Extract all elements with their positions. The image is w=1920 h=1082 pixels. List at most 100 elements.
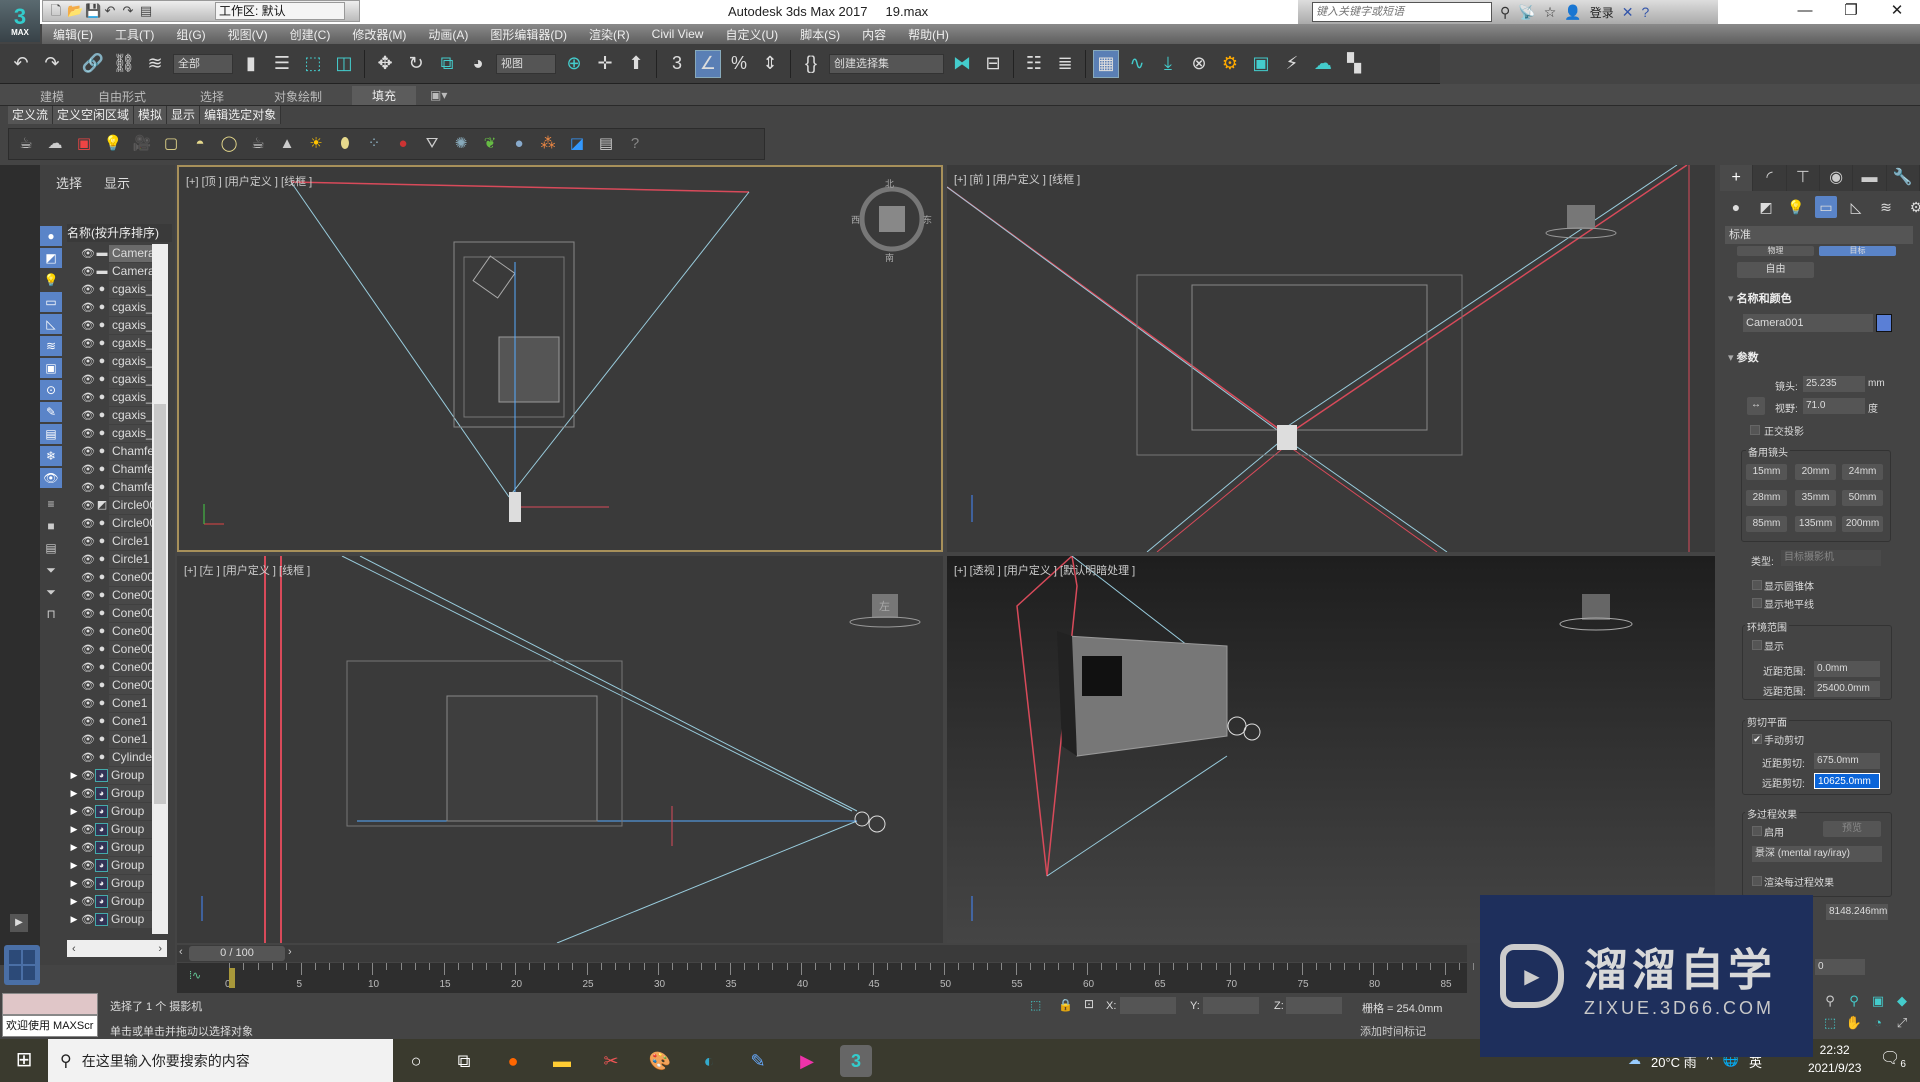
scene-list-item[interactable]: 👁●Cone004 (67, 622, 152, 640)
maxscript-input[interactable]: 欢迎使用 MAXScr (2, 1015, 98, 1037)
a360-gallery-icon[interactable]: ▚ (1341, 50, 1367, 78)
env-show-checkbox[interactable] (1752, 640, 1762, 650)
schematic-view-icon[interactable]: ⤓ (1155, 50, 1181, 78)
keyword-search-input[interactable] (1312, 2, 1492, 22)
scene-list-item[interactable]: 👁●cgaxis_08 (67, 406, 152, 424)
pan-icon[interactable]: ✋ (1844, 1015, 1864, 1033)
zoom-all-icon[interactable]: ⚲ (1844, 993, 1864, 1011)
geometry-category-icon[interactable]: ● (1725, 196, 1747, 218)
compound-object-icon[interactable]: ▣ (73, 133, 95, 155)
scene-list-item[interactable]: 👁●ChamferBox03 (67, 478, 152, 496)
sphere-light-icon[interactable]: ◯ (218, 133, 240, 155)
visibility-eye-icon[interactable]: 👁 (81, 319, 95, 332)
preview-button[interactable]: 预览 (1823, 821, 1881, 837)
taskbar-clock[interactable]: 22:32 2021/9/23 (1808, 1041, 1861, 1077)
close-button[interactable]: ✕ (1874, 0, 1920, 24)
physical-camera-button[interactable]: 物理 (1737, 246, 1814, 256)
helpers-category-icon[interactable]: ◺ (1845, 196, 1867, 218)
scale-icon[interactable]: ⧉ (434, 50, 460, 78)
scene-list-item[interactable]: ▶ 👁 ◕ Group (67, 802, 152, 820)
scene-list-item[interactable]: 👁●Cone005 (67, 640, 152, 658)
visibility-eye-icon[interactable]: 👁 (81, 301, 95, 314)
select-manipulate-icon[interactable]: ✛ (592, 50, 618, 78)
task-view-icon[interactable]: ⧉ (448, 1045, 480, 1077)
scene-list-item[interactable]: 👁●Cone002 (67, 586, 152, 604)
filter-hidden-icon[interactable]: 👁 (40, 468, 62, 488)
scene-tab-display[interactable]: 显示 (104, 173, 130, 192)
tab-selection[interactable]: 选择 (200, 88, 224, 105)
filter-spacewarps-icon[interactable]: ≋ (40, 336, 62, 356)
visibility-eye-icon[interactable]: 👁 (81, 409, 95, 422)
visibility-eye-icon[interactable]: 👁 (81, 553, 95, 566)
stock-lens-button[interactable]: 24mm (1842, 464, 1883, 480)
time-next-button[interactable]: › (288, 946, 292, 958)
viewport-label[interactable]: [+] [前 ] [用户定义 ] [线框 ] (954, 171, 1080, 187)
scene-horizontal-scrollbar[interactable]: ‹ › (67, 940, 167, 957)
visibility-eye-icon[interactable]: 👁 (81, 643, 95, 656)
login-link[interactable]: 登录 (1590, 4, 1614, 21)
scene-list-item[interactable]: 👁●cgaxis_09 (67, 424, 152, 442)
scene-list-item[interactable]: 👁▬Camera001.Target (67, 262, 152, 280)
render-each-checkbox[interactable] (1752, 876, 1762, 886)
free-camera-button[interactable]: 自由 (1737, 262, 1814, 278)
menu-item[interactable]: 自定义(U) (714, 26, 789, 43)
scene-list-item[interactable]: 👁●Cylinder001 (67, 748, 152, 766)
scrollbar-thumb[interactable] (154, 404, 166, 804)
time-slider[interactable]: ‹ 0 / 100 › (177, 945, 1467, 962)
display-none-icon[interactable]: ■ (40, 516, 62, 536)
scene-list-item[interactable]: 👁●ChamferBox01 (67, 442, 152, 460)
filter-groups-icon[interactable]: ▣ (40, 358, 62, 378)
notification-center[interactable]: 🗨6 (1880, 1048, 1906, 1070)
scene-list-item[interactable]: 👁 ● Cone1 (67, 694, 152, 712)
modify-tab-icon[interactable]: ◜ (1753, 165, 1787, 191)
visibility-eye-icon[interactable]: 👁 (81, 679, 95, 692)
paint-icon[interactable]: 🎨 (644, 1045, 676, 1077)
viewport-perspective[interactable]: [+] [透视 ] [用户定义 ] [默认明暗处理 ] (947, 556, 1715, 943)
filter-geometry-icon[interactable]: ● (40, 226, 62, 246)
visibility-eye-icon[interactable]: 👁 (81, 535, 95, 548)
target-camera-button[interactable]: 目标 (1819, 246, 1896, 256)
expand-arrow-icon[interactable]: ▶ (67, 770, 81, 781)
angle-snap-icon[interactable]: ∠ (695, 49, 721, 78)
cone-icon[interactable]: ▲ (276, 133, 298, 155)
isolate-selection-icon[interactable]: ⬚ (1030, 998, 1041, 1012)
add-time-tag[interactable]: 添加时间标记 (1360, 1023, 1426, 1039)
ribbon-options-icon[interactable]: ▣▾ (430, 88, 447, 102)
utilities-tab-icon[interactable]: 🔧 (1886, 165, 1920, 191)
visibility-eye-icon[interactable]: 👁 (81, 751, 95, 764)
edge-icon[interactable]: ◐ (693, 1045, 725, 1077)
save-icon[interactable]: 💾 (85, 4, 101, 18)
plane-light-icon[interactable]: ▢ (160, 133, 182, 155)
filter-helpers-icon[interactable]: ◺ (40, 314, 62, 334)
time-slider-thumb[interactable]: 0 / 100 (189, 946, 285, 961)
visibility-eye-icon[interactable]: 👁 (81, 499, 95, 512)
tab-freeform[interactable]: 自由形式 (98, 88, 146, 105)
keyboard-shortcut-override-icon[interactable]: ⬆ (623, 50, 649, 78)
type-dropdown[interactable]: 目标摄影机 (1781, 550, 1881, 566)
scene-list-item[interactable]: ▶ 👁 ◕ Group (67, 874, 152, 892)
rect-selection-icon[interactable]: ⬚ (300, 50, 326, 78)
percent-snap-icon[interactable]: % (726, 50, 752, 78)
visibility-eye-icon[interactable]: 👁 (81, 481, 95, 494)
snipping-tool-icon[interactable]: ✂ (595, 1045, 627, 1077)
filter-frozen-icon[interactable]: ❄ (40, 446, 62, 466)
undo-icon[interactable]: ↶ (8, 50, 34, 78)
menu-item[interactable]: 渲染(R) (578, 26, 641, 43)
scene-list-item[interactable]: 👁●Circle002 (67, 514, 152, 532)
foliage-icon[interactable]: ❦ (479, 133, 501, 155)
move-icon[interactable]: ✥ (372, 50, 398, 78)
visibility-eye-icon[interactable]: 👁 (81, 625, 95, 638)
create-tab-icon[interactable]: + (1720, 165, 1754, 191)
scene-list-item[interactable]: 👁●cgaxis_03 (67, 316, 152, 334)
maxscript-output[interactable] (2, 993, 98, 1015)
visibility-eye-icon[interactable]: 👁 (81, 283, 95, 296)
filter-funnel-icon[interactable]: ⏷ (40, 582, 62, 602)
z-coord-field[interactable] (1286, 997, 1342, 1014)
visibility-eye-icon[interactable]: 👁 (81, 805, 95, 818)
stock-lens-button[interactable]: 28mm (1746, 490, 1787, 506)
visibility-eye-icon[interactable]: 👁 (81, 463, 95, 476)
layer-explorer-icon[interactable]: ≣ (1052, 50, 1078, 78)
viewport-label[interactable]: [+] [左 ] [用户定义 ] [线框 ] (184, 562, 310, 578)
viewcube[interactable] (1567, 205, 1595, 229)
ribbon-toggle-icon[interactable]: ▦ (1093, 49, 1119, 78)
